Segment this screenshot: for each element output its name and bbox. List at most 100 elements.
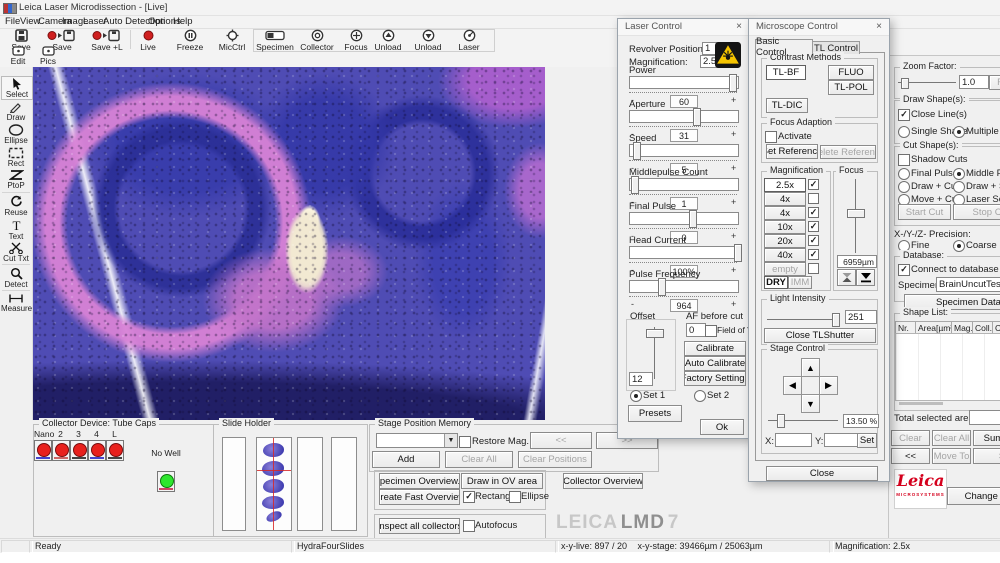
close-icon[interactable]: × — [871, 19, 887, 35]
middlepulse-count-slider[interactable] — [629, 178, 739, 191]
delete-reference-button[interactable]: Delete Reference — [820, 145, 876, 159]
presets-button[interactable]: Presets — [628, 405, 682, 422]
set2-radio[interactable] — [694, 390, 706, 402]
specimen-id-field[interactable]: BrainUncutTest — [936, 277, 1000, 292]
tl-pol-button[interactable]: TL-POL — [828, 80, 874, 95]
tab-basic-control[interactable]: Basic Control — [755, 39, 813, 54]
shadow-cuts-checkbox[interactable] — [898, 154, 910, 166]
title-bar[interactable]: Leica Laser Microdissection - [Live] — [0, 0, 1000, 16]
stage-left-button[interactable]: ◀ — [783, 376, 802, 395]
specimen-overview-button[interactable]: Specimen Overview... — [379, 473, 460, 489]
slide-slot-4[interactable] — [331, 437, 357, 531]
microscope-close-button[interactable]: Close — [766, 466, 878, 481]
clear-all-positions-button[interactable]: Clear All — [445, 451, 513, 468]
pulse-frequency-plus[interactable]: + — [731, 299, 736, 309]
tool-reuse[interactable]: Reuse — [1, 195, 31, 217]
shape-list-scrollbar[interactable] — [899, 402, 943, 405]
auto-calibrate-button[interactable]: Auto Calibrate — [684, 356, 746, 371]
tool-draw[interactable]: Draw — [1, 101, 31, 122]
add-position-button[interactable]: Add — [372, 451, 440, 468]
stage-speed-slider-handle[interactable] — [777, 414, 785, 428]
inspect-all-collectors-button[interactable]: Inspect all collectors — [379, 518, 460, 534]
tool-point-to-point[interactable]: PtoP — [1, 169, 31, 190]
power-plus[interactable]: + — [731, 95, 736, 105]
stage-x-field[interactable] — [775, 433, 812, 447]
move-to-button[interactable]: Move To — [932, 448, 971, 464]
activate-checkbox[interactable] — [765, 131, 777, 143]
tube-cap-l[interactable] — [106, 440, 124, 461]
fluo-button[interactable]: FLUO — [828, 65, 874, 80]
ok-button[interactable]: Ok — [700, 419, 744, 435]
menu-help[interactable]: Help — [173, 16, 193, 28]
mag-40x-button[interactable]: 40x — [764, 248, 806, 262]
head-current-slider[interactable] — [629, 246, 739, 259]
final-pulse-plus[interactable]: + — [731, 231, 736, 241]
offset-slider-handle[interactable] — [646, 329, 664, 338]
tube-cap-3[interactable] — [70, 440, 88, 461]
power-slider[interactable] — [629, 76, 739, 89]
close-lines-checkbox[interactable] — [898, 109, 910, 121]
stage-down-button[interactable]: ▼ — [801, 394, 820, 413]
coarse-radio[interactable] — [953, 240, 965, 252]
set-reference-button[interactable]: Set Reference — [766, 144, 818, 159]
tl-dic-button[interactable]: TL-DIC — [766, 98, 808, 113]
stage-set-button[interactable]: Set — [857, 433, 877, 448]
slide-slot-2[interactable] — [256, 437, 292, 531]
light-intensity-field[interactable]: 251 — [845, 310, 877, 324]
zoom-slider-handle[interactable] — [901, 78, 909, 89]
no-well-indicator[interactable] — [157, 471, 175, 492]
speed-slider[interactable] — [629, 144, 739, 157]
draw-in-ov-area-button[interactable]: Draw in OV area — [461, 473, 543, 489]
freeze-button[interactable]: Freeze — [170, 29, 210, 52]
tl-bf-button[interactable]: TL-BF — [766, 65, 806, 80]
specimen-button[interactable]: Specimen — [254, 29, 296, 52]
chevron-down-icon[interactable]: ▼ — [444, 434, 457, 447]
set1-radio[interactable] — [630, 390, 642, 402]
imm-button[interactable]: IMM — [788, 276, 812, 289]
micctrl-button[interactable]: MicCtrl — [212, 29, 252, 52]
mag-20x-checkbox[interactable] — [808, 235, 819, 246]
shape-forward-button[interactable]: >> — [973, 448, 1000, 464]
mag-empty-button[interactable]: empty — [764, 262, 806, 276]
create-fast-overview-button[interactable]: Create Fast Overview — [379, 489, 460, 505]
position-memory-dropdown[interactable]: ▼ — [376, 433, 458, 448]
edit-button[interactable]: Edit — [4, 46, 32, 66]
speed-slider-handle[interactable] — [633, 142, 641, 160]
tool-measure[interactable]: Measure — [1, 293, 31, 313]
head-current-slider-handle[interactable] — [734, 244, 742, 262]
stage-y-field[interactable] — [824, 433, 861, 447]
collector-button[interactable]: Collector — [296, 29, 338, 52]
mag-2-5x-button[interactable]: 2.5x — [764, 178, 806, 192]
shape-list-table[interactable] — [895, 333, 1000, 401]
unload-up-button[interactable]: Unload — [368, 29, 408, 52]
mag-10x-button[interactable]: 10x — [764, 220, 806, 234]
stage-up-button[interactable]: ▲ — [801, 358, 820, 377]
rectangle-checkbox[interactable] — [463, 491, 475, 503]
aperture-slider-handle[interactable] — [693, 108, 701, 126]
head-current-plus[interactable]: + — [731, 265, 736, 275]
multiple-shapes-radio[interactable] — [953, 126, 965, 138]
calibrate-button[interactable]: Calibrate — [684, 341, 746, 356]
restore-mag-checkbox[interactable] — [459, 436, 471, 448]
stage-right-button[interactable]: ▶ — [819, 376, 838, 395]
mag-4x-button[interactable]: 4x — [764, 192, 806, 206]
change-gui-button[interactable]: Change GUI — [947, 487, 1000, 505]
save-plus-l-button[interactable]: Save +L — [86, 29, 128, 52]
tool-detect[interactable]: Detect — [1, 267, 31, 289]
laser-control-title[interactable]: Laser Control — [618, 19, 749, 36]
focus-coarse-button[interactable] — [837, 269, 856, 286]
shape-back-button[interactable]: << — [891, 448, 930, 464]
tool-select[interactable]: Select — [1, 76, 33, 100]
pulse-frequency-minus[interactable]: - — [631, 299, 634, 309]
aperture-plus[interactable]: + — [731, 129, 736, 139]
pulse-frequency-slider-handle[interactable] — [658, 278, 666, 296]
light-intensity-slider-handle[interactable] — [832, 313, 840, 327]
collector-overview-button[interactable]: Collector Overview — [563, 473, 643, 489]
clear-button[interactable]: Clear — [891, 430, 930, 446]
live-button[interactable]: Live — [131, 29, 165, 52]
connect-database-checkbox[interactable] — [898, 264, 910, 276]
stop-cut-button[interactable]: Stop Cut — [953, 204, 1000, 220]
power-slider-handle[interactable] — [729, 74, 737, 92]
field-of-view-checkbox[interactable] — [705, 325, 717, 337]
final-pulse-radio[interactable] — [898, 168, 910, 180]
